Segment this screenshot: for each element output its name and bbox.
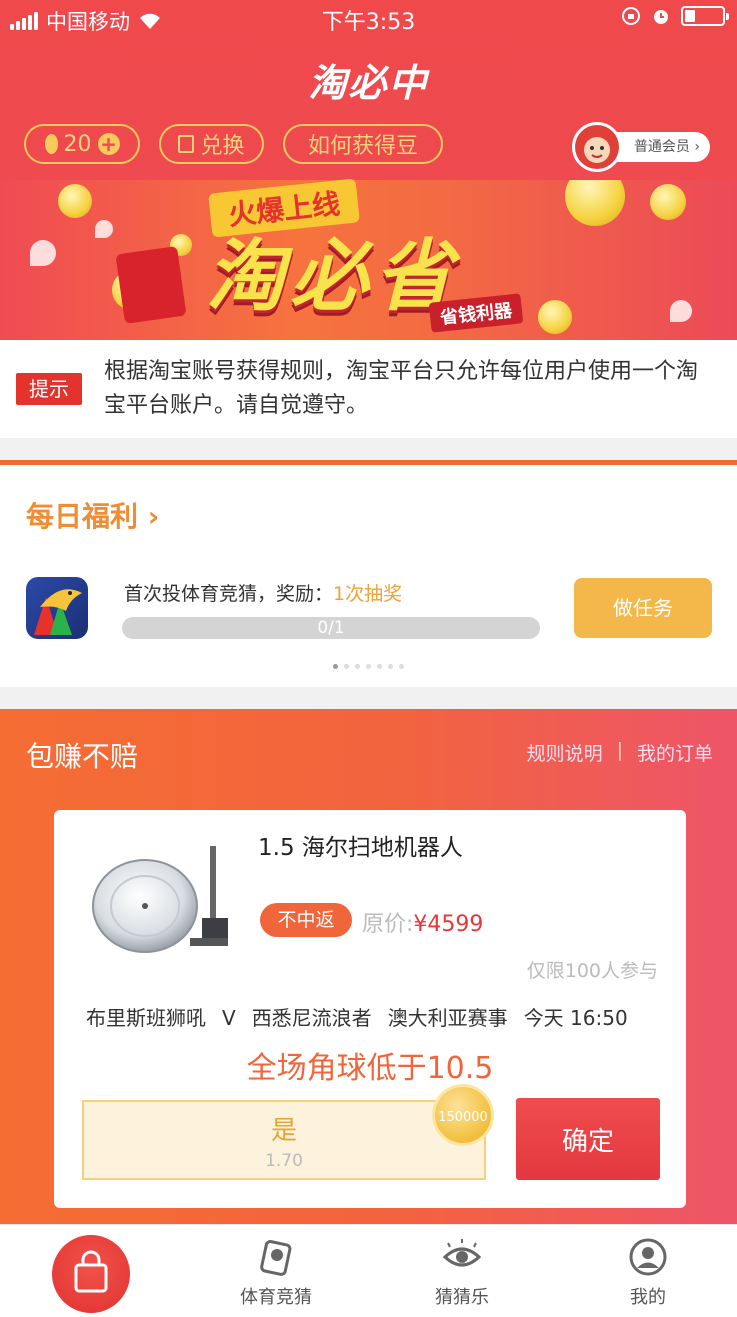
- plus-icon: +: [97, 133, 120, 155]
- match-time: 今天 16:50: [523, 1006, 628, 1030]
- carousel-dot: [399, 664, 404, 669]
- carousel-dot: [377, 664, 382, 669]
- tab-label: 我的: [630, 1287, 666, 1308]
- petal-decoration: [95, 220, 113, 238]
- lock-rotation-icon: [622, 7, 640, 25]
- link-separator: |: [616, 739, 623, 761]
- exchange-label: 兑换: [200, 134, 245, 159]
- coin-decoration: [650, 184, 686, 220]
- daily-welfare-title[interactable]: 每日福利 ›: [26, 495, 159, 535]
- option-odds: 1.70: [265, 1151, 303, 1171]
- shopping-bag-decoration: [115, 246, 187, 324]
- section-links: 规则说明 | 我的订单: [527, 739, 713, 766]
- tab-label: 体育竞猜: [240, 1287, 312, 1308]
- league-name: 澳大利亚赛事: [387, 1006, 508, 1030]
- coin-decoration: [565, 180, 625, 226]
- tab-profile[interactable]: 我的: [588, 1237, 708, 1309]
- carousel-dot: [366, 664, 371, 669]
- exchange-button[interactable]: 兑换: [159, 124, 264, 164]
- app-screen: 中国移动 下午3:53 淘必中 20 + 兑换 如何获得豆 普通会员 › 火爆上…: [0, 0, 737, 1317]
- tab-home[interactable]: [52, 1235, 130, 1313]
- do-task-button[interactable]: 做任务: [574, 578, 712, 638]
- coin-decoration: [58, 184, 92, 218]
- petal-decoration: [30, 240, 56, 266]
- alarm-icon: [654, 10, 668, 24]
- how-to-earn-button[interactable]: 如何获得豆: [283, 124, 443, 164]
- notice-bar: 提示 根据淘宝账号获得规则，淘宝平台只允许每位用户使用一个淘宝平台账户。请自觉遵…: [0, 340, 737, 438]
- robot-vacuum-image[interactable]: [90, 836, 250, 956]
- match-info: 布里斯班狮吼 V 西悉尼流浪者 澳大利亚赛事 今天 16:50: [86, 1002, 644, 1031]
- tab-label: 猜猜乐: [435, 1287, 489, 1308]
- bean-icon: [44, 134, 58, 154]
- shopping-bag-icon: [74, 1250, 108, 1293]
- bet-question: 全场角球低于10.5: [246, 1051, 494, 1086]
- banner-title: 淘必省: [206, 232, 459, 322]
- team-away: 西悉尼流浪者: [251, 1006, 372, 1030]
- sports-app-icon: [26, 577, 88, 639]
- notice-tag: 提示: [16, 373, 82, 405]
- task-reward: 1次抽奖: [333, 583, 403, 605]
- my-orders-link[interactable]: 我的订单: [637, 739, 713, 766]
- bottom-tab-bar: 体育竞猜 猜猜乐 我的: [0, 1224, 737, 1317]
- no-win-refund-badge: 不中返: [260, 903, 352, 937]
- ball-card-icon: [260, 1240, 292, 1276]
- vs-label: V: [222, 1006, 236, 1030]
- bet-option-yes[interactable]: 是 1.70: [82, 1100, 486, 1180]
- guaranteed-earn-section: 包赚不赔 规则说明 | 我的订单 1.5 海尔扫地机器人 不中返 原价:¥459…: [0, 709, 737, 1224]
- carousel-dot: [333, 664, 338, 669]
- user-icon: [629, 1238, 667, 1276]
- task-progress-bar: 0/1: [122, 617, 540, 639]
- app-logo: 淘必中: [308, 61, 429, 105]
- petal-decoration: [670, 300, 692, 322]
- lion-avatar-icon: [575, 125, 619, 169]
- product-name: 1.5 海尔扫地机器人: [258, 835, 463, 861]
- tab-guessing-game[interactable]: 猜猜乐: [402, 1237, 522, 1309]
- participation-limit: 仅限100人参与: [526, 960, 658, 982]
- exchange-icon: [178, 135, 195, 153]
- option-label: 是: [270, 1116, 297, 1146]
- bean-count: 20: [63, 131, 92, 157]
- team-home: 布里斯班狮吼: [86, 1006, 206, 1030]
- member-badge[interactable]: 普通会员 ›: [572, 122, 715, 172]
- confirm-button[interactable]: 确定: [516, 1098, 660, 1180]
- daily-welfare-section: 每日福利 › 首次投体育竞猜，奖励：1次抽奖 0/1 做任务: [0, 465, 737, 687]
- original-price-value: ¥4599: [413, 912, 484, 937]
- how-to-earn-label: 如何获得豆: [307, 134, 418, 159]
- notice-text: 根据淘宝账号获得规则，淘宝平台只允许每位用户使用一个淘宝平台账户。请自觉遵守。: [104, 359, 699, 418]
- status-bar: 中国移动 下午3:53: [0, 0, 737, 36]
- status-right: [621, 6, 729, 26]
- bean-balance-button[interactable]: 20 +: [24, 124, 140, 164]
- stake-coin: 150000: [432, 1084, 494, 1146]
- carousel-dot: [355, 664, 360, 669]
- task-progress-text: 0/1: [317, 618, 345, 638]
- carousel-dots: [0, 664, 737, 669]
- header: 中国移动 下午3:53 淘必中 20 + 兑换 如何获得豆 普通会员 ›: [0, 0, 737, 180]
- carousel-dot: [388, 664, 393, 669]
- product-card: 1.5 海尔扫地机器人 不中返 原价:¥4599 仅限100人参与 布里斯班狮吼…: [54, 810, 686, 1208]
- task-description: 首次投体育竞猜，奖励：1次抽奖: [124, 583, 403, 605]
- eye-icon: [442, 1239, 482, 1267]
- coin-decoration: [538, 300, 572, 334]
- carousel-dot: [344, 664, 349, 669]
- tab-sports-betting[interactable]: 体育竞猜: [216, 1237, 336, 1309]
- rules-link[interactable]: 规则说明: [527, 739, 603, 766]
- section-title: 包赚不赔: [26, 740, 139, 773]
- original-price: 原价:¥4599: [362, 912, 484, 937]
- battery-icon: [681, 6, 729, 26]
- avatar: [572, 122, 622, 172]
